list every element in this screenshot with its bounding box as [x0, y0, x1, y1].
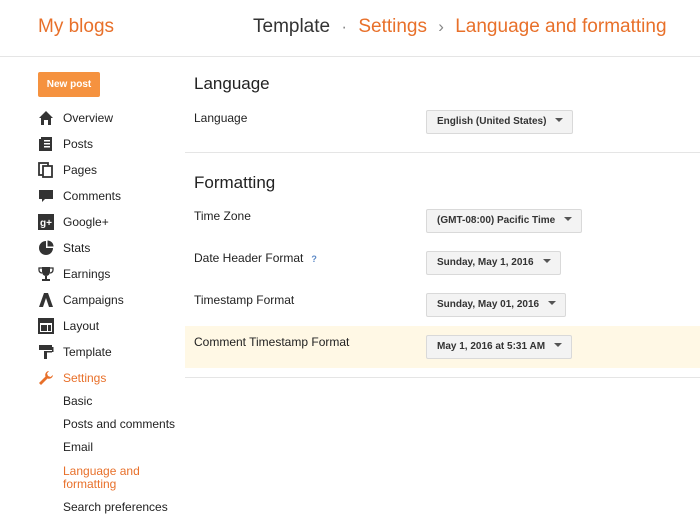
sidebar-item-template[interactable]: Template: [38, 342, 178, 362]
settings-subitem-basic[interactable]: Basic: [63, 395, 178, 408]
timestamp-value: Sunday, May 01, 2016: [437, 299, 540, 310]
timezone-dropdown[interactable]: (GMT-08:00) Pacific Time: [426, 209, 583, 233]
timestamp-dropdown[interactable]: Sunday, May 01, 2016: [426, 293, 567, 317]
language-value: English (United States): [437, 116, 547, 127]
section-divider: [185, 152, 700, 153]
breadcrumb-separator: ›: [438, 17, 444, 36]
comment-timestamp-dropdown[interactable]: May 1, 2016 at 5:31 AM: [426, 335, 573, 359]
section-divider: [185, 377, 700, 378]
sidebar-item-campaigns[interactable]: Campaigns: [38, 290, 178, 310]
date-header-value: Sunday, May 1, 2016: [437, 257, 534, 268]
sidebar-item-layout[interactable]: Layout: [38, 316, 178, 336]
breadcrumb-separator: ·: [341, 17, 348, 36]
trophy-icon: [38, 267, 54, 281]
top-header: My blogs Template · Settings › Language …: [0, 0, 700, 57]
sidebar-item-label: Template: [63, 345, 112, 359]
layout-icon: [38, 318, 54, 334]
comment-timestamp-row: Comment Timestamp Format May 1, 2016 at …: [185, 326, 700, 368]
google-plus-icon: g+: [38, 214, 54, 230]
sidebar: New post Overview Posts Pages Comments g…: [0, 58, 185, 516]
comment-timestamp-label: Comment Timestamp Format: [194, 335, 350, 349]
stats-icon: [39, 240, 54, 255]
sidebar-item-posts[interactable]: Posts: [38, 134, 178, 154]
comment-timestamp-value: May 1, 2016 at 5:31 AM: [437, 341, 546, 352]
help-icon[interactable]: ?: [311, 254, 317, 264]
pages-icon: [38, 162, 53, 178]
timestamp-label: Timestamp Format: [194, 293, 295, 307]
sidebar-item-label: Campaigns: [63, 293, 124, 307]
chevron-down-icon: [554, 343, 563, 348]
comments-icon: [39, 190, 53, 202]
breadcrumb: Template · Settings › Language and forma…: [253, 16, 667, 38]
chevron-down-icon: [548, 301, 557, 306]
breadcrumb-language-formatting: Language and formatting: [455, 16, 667, 37]
campaigns-icon: [39, 293, 53, 307]
main-content: Language Language English (United States…: [185, 58, 700, 516]
timezone-value: (GMT-08:00) Pacific Time: [437, 215, 556, 226]
language-dropdown[interactable]: English (United States): [426, 110, 574, 134]
timezone-row: Time Zone (GMT-08:00) Pacific Time: [185, 206, 700, 242]
language-row: Language English (United States): [185, 108, 700, 144]
home-icon: [39, 111, 53, 125]
sidebar-item-label: Settings: [63, 371, 107, 385]
timestamp-row: Timestamp Format Sunday, May 01, 2016: [185, 290, 700, 326]
breadcrumb-template[interactable]: Template: [253, 16, 330, 37]
sidebar-item-label: Google+: [63, 215, 109, 229]
sidebar-item-label: Stats: [63, 241, 91, 255]
sidebar-item-comments[interactable]: Comments: [38, 186, 178, 206]
date-header-label-text: Date Header Format: [194, 251, 304, 265]
sidebar-item-settings[interactable]: Settings: [38, 368, 178, 388]
sidebar-item-label: Layout: [63, 319, 100, 333]
date-header-label: Date Header Format?: [194, 251, 317, 265]
sidebar-item-overview[interactable]: Overview: [38, 108, 178, 128]
sidebar-item-label: Comments: [63, 189, 122, 203]
timezone-label: Time Zone: [194, 209, 251, 223]
settings-subitem-email[interactable]: Email: [63, 441, 178, 454]
settings-subitem-posts-comments[interactable]: Posts and comments: [63, 418, 178, 431]
sidebar-item-earnings[interactable]: Earnings: [38, 264, 178, 284]
language-section-title: Language: [194, 74, 270, 93]
sidebar-item-label: Pages: [63, 163, 98, 177]
sidebar-item-google-plus[interactable]: g+ Google+: [38, 212, 178, 232]
my-blogs-link[interactable]: My blogs: [38, 16, 114, 38]
chevron-down-icon: [564, 217, 573, 222]
template-icon: [39, 345, 54, 359]
formatting-section-title: Formatting: [194, 173, 276, 192]
breadcrumb-settings[interactable]: Settings: [358, 16, 427, 37]
sidebar-item-label: Earnings: [63, 267, 111, 281]
posts-icon: [39, 137, 52, 151]
chevron-down-icon: [555, 118, 564, 123]
new-post-button[interactable]: New post: [38, 72, 100, 97]
sidebar-item-label: Posts: [63, 137, 94, 151]
settings-subitem-search-preferences[interactable]: Search preferences: [63, 501, 178, 514]
language-label: Language: [194, 111, 248, 125]
svg-text:g+: g+: [40, 218, 52, 229]
settings-subitem-language-formatting[interactable]: Language and formatting: [63, 465, 148, 491]
wrench-icon: [39, 371, 53, 385]
date-header-dropdown[interactable]: Sunday, May 1, 2016: [426, 251, 561, 275]
date-header-row: Date Header Format? Sunday, May 1, 2016: [185, 248, 700, 284]
sidebar-item-stats[interactable]: Stats: [38, 238, 178, 258]
chevron-down-icon: [542, 259, 551, 264]
sidebar-item-label: Overview: [63, 111, 114, 125]
sidebar-item-pages[interactable]: Pages: [38, 160, 178, 180]
